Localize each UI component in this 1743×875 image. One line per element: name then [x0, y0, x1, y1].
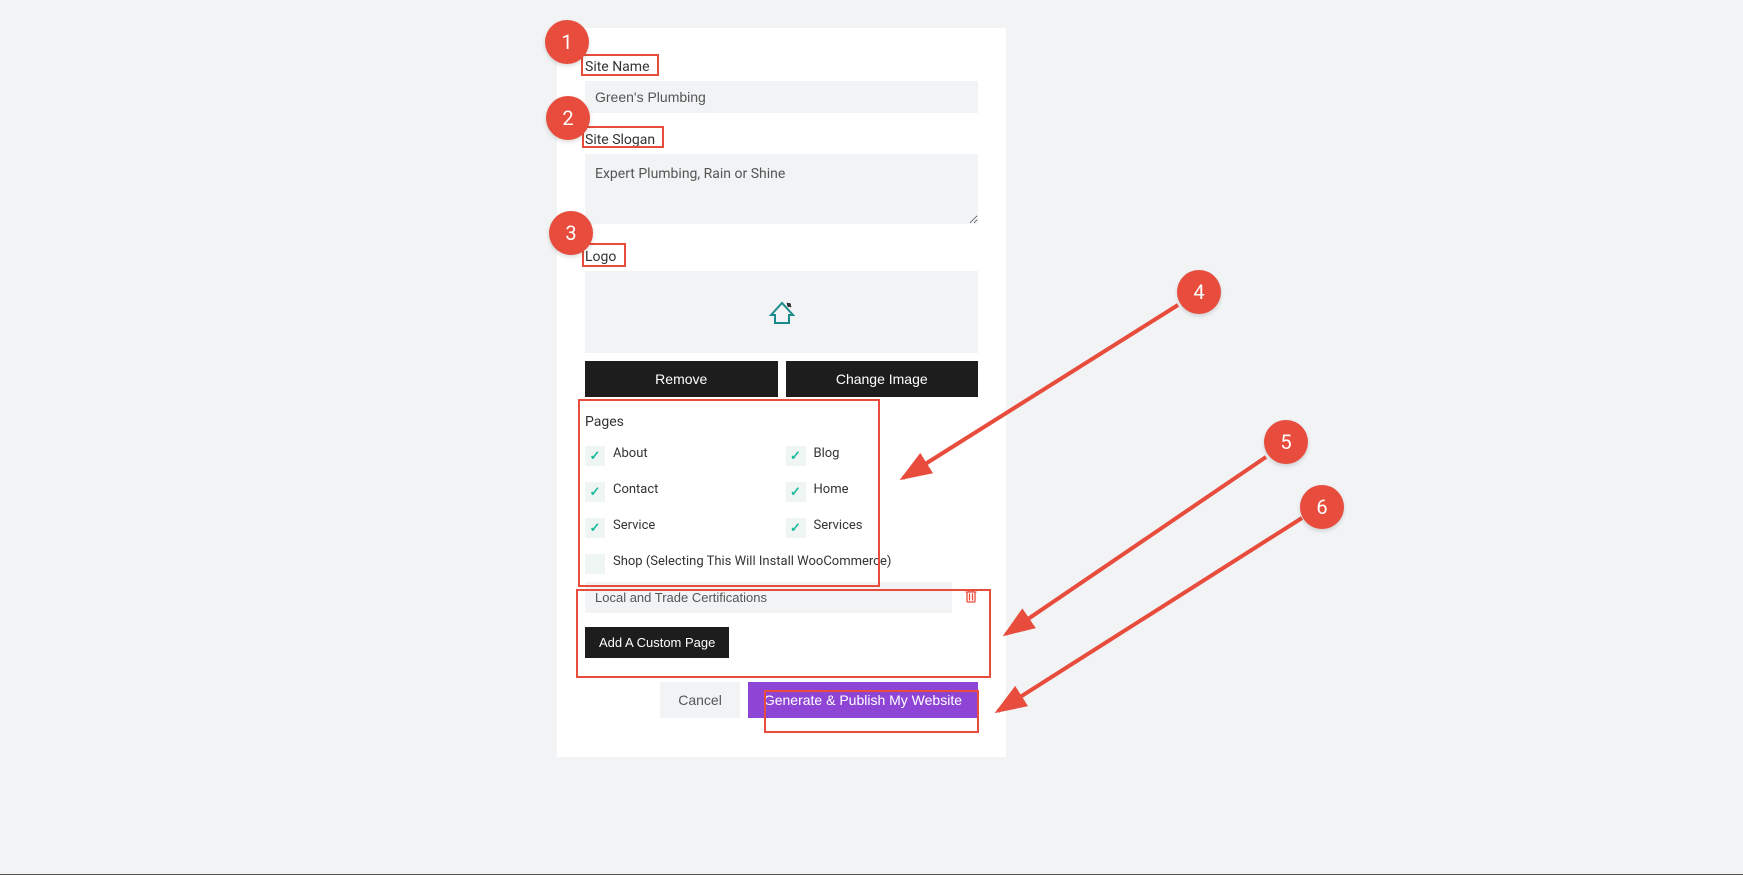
- generate-publish-button[interactable]: Generate & Publish My Website: [748, 682, 978, 718]
- page-label: Blog: [814, 446, 840, 461]
- page-label: Services: [814, 518, 863, 533]
- page-label: About: [613, 446, 648, 461]
- page-item-contact: Contact: [585, 482, 778, 502]
- pages-label: Pages: [585, 414, 624, 430]
- page-checkbox-service[interactable]: [585, 518, 605, 538]
- annotation-number: 6: [1316, 495, 1327, 519]
- site-name-label: Site Name: [585, 59, 650, 75]
- annotation-number: 4: [1193, 280, 1204, 304]
- site-slogan-label: Site Slogan: [585, 132, 655, 148]
- annotation-circle-6: 6: [1300, 485, 1344, 529]
- annotation-circle-4: 4: [1177, 270, 1221, 314]
- annotation-number: 2: [562, 106, 573, 130]
- custom-page-input[interactable]: [585, 582, 952, 613]
- page-checkbox-services[interactable]: [786, 518, 806, 538]
- page-label: Shop (Selecting This Will Install WooCom…: [613, 554, 891, 569]
- remove-logo-button[interactable]: Remove: [585, 361, 778, 397]
- site-slogan-input[interactable]: [585, 154, 978, 224]
- footer-row: Cancel Generate & Publish My Website: [585, 682, 978, 718]
- annotation-circle-5: 5: [1264, 420, 1308, 464]
- page-checkbox-about[interactable]: [585, 446, 605, 466]
- house-logo-icon: [767, 297, 797, 327]
- page-item-about: About: [585, 446, 778, 466]
- page-label: Contact: [613, 482, 658, 497]
- logo-label: Logo: [585, 249, 616, 265]
- page-checkbox-shop[interactable]: [585, 554, 605, 574]
- annotation-circle-2: 2: [546, 96, 590, 140]
- page-item-service: Service: [585, 518, 778, 538]
- page-item-services: Services: [786, 518, 979, 538]
- page-label: Home: [814, 482, 849, 497]
- annotation-circle-3: 3: [549, 211, 593, 255]
- annotation-arrow-6: [990, 513, 1315, 723]
- page-checkbox-contact[interactable]: [585, 482, 605, 502]
- site-name-input[interactable]: [585, 81, 978, 113]
- page-checkbox-home[interactable]: [786, 482, 806, 502]
- site-name-field: Site Name: [585, 56, 978, 129]
- page-item-shop: Shop (Selecting This Will Install WooCom…: [585, 554, 978, 574]
- custom-page-row: [585, 582, 978, 613]
- annotation-number: 1: [561, 30, 572, 54]
- cancel-button[interactable]: Cancel: [660, 682, 740, 718]
- page-label: Service: [613, 518, 655, 533]
- site-slogan-field: Site Slogan: [585, 129, 978, 246]
- annotation-number: 5: [1280, 430, 1291, 454]
- trash-icon[interactable]: [964, 589, 978, 607]
- add-custom-page-button[interactable]: Add A Custom Page: [585, 627, 729, 658]
- page-checkbox-blog[interactable]: [786, 446, 806, 466]
- annotation-circle-1: 1: [545, 20, 589, 64]
- annotation-number: 3: [565, 221, 576, 245]
